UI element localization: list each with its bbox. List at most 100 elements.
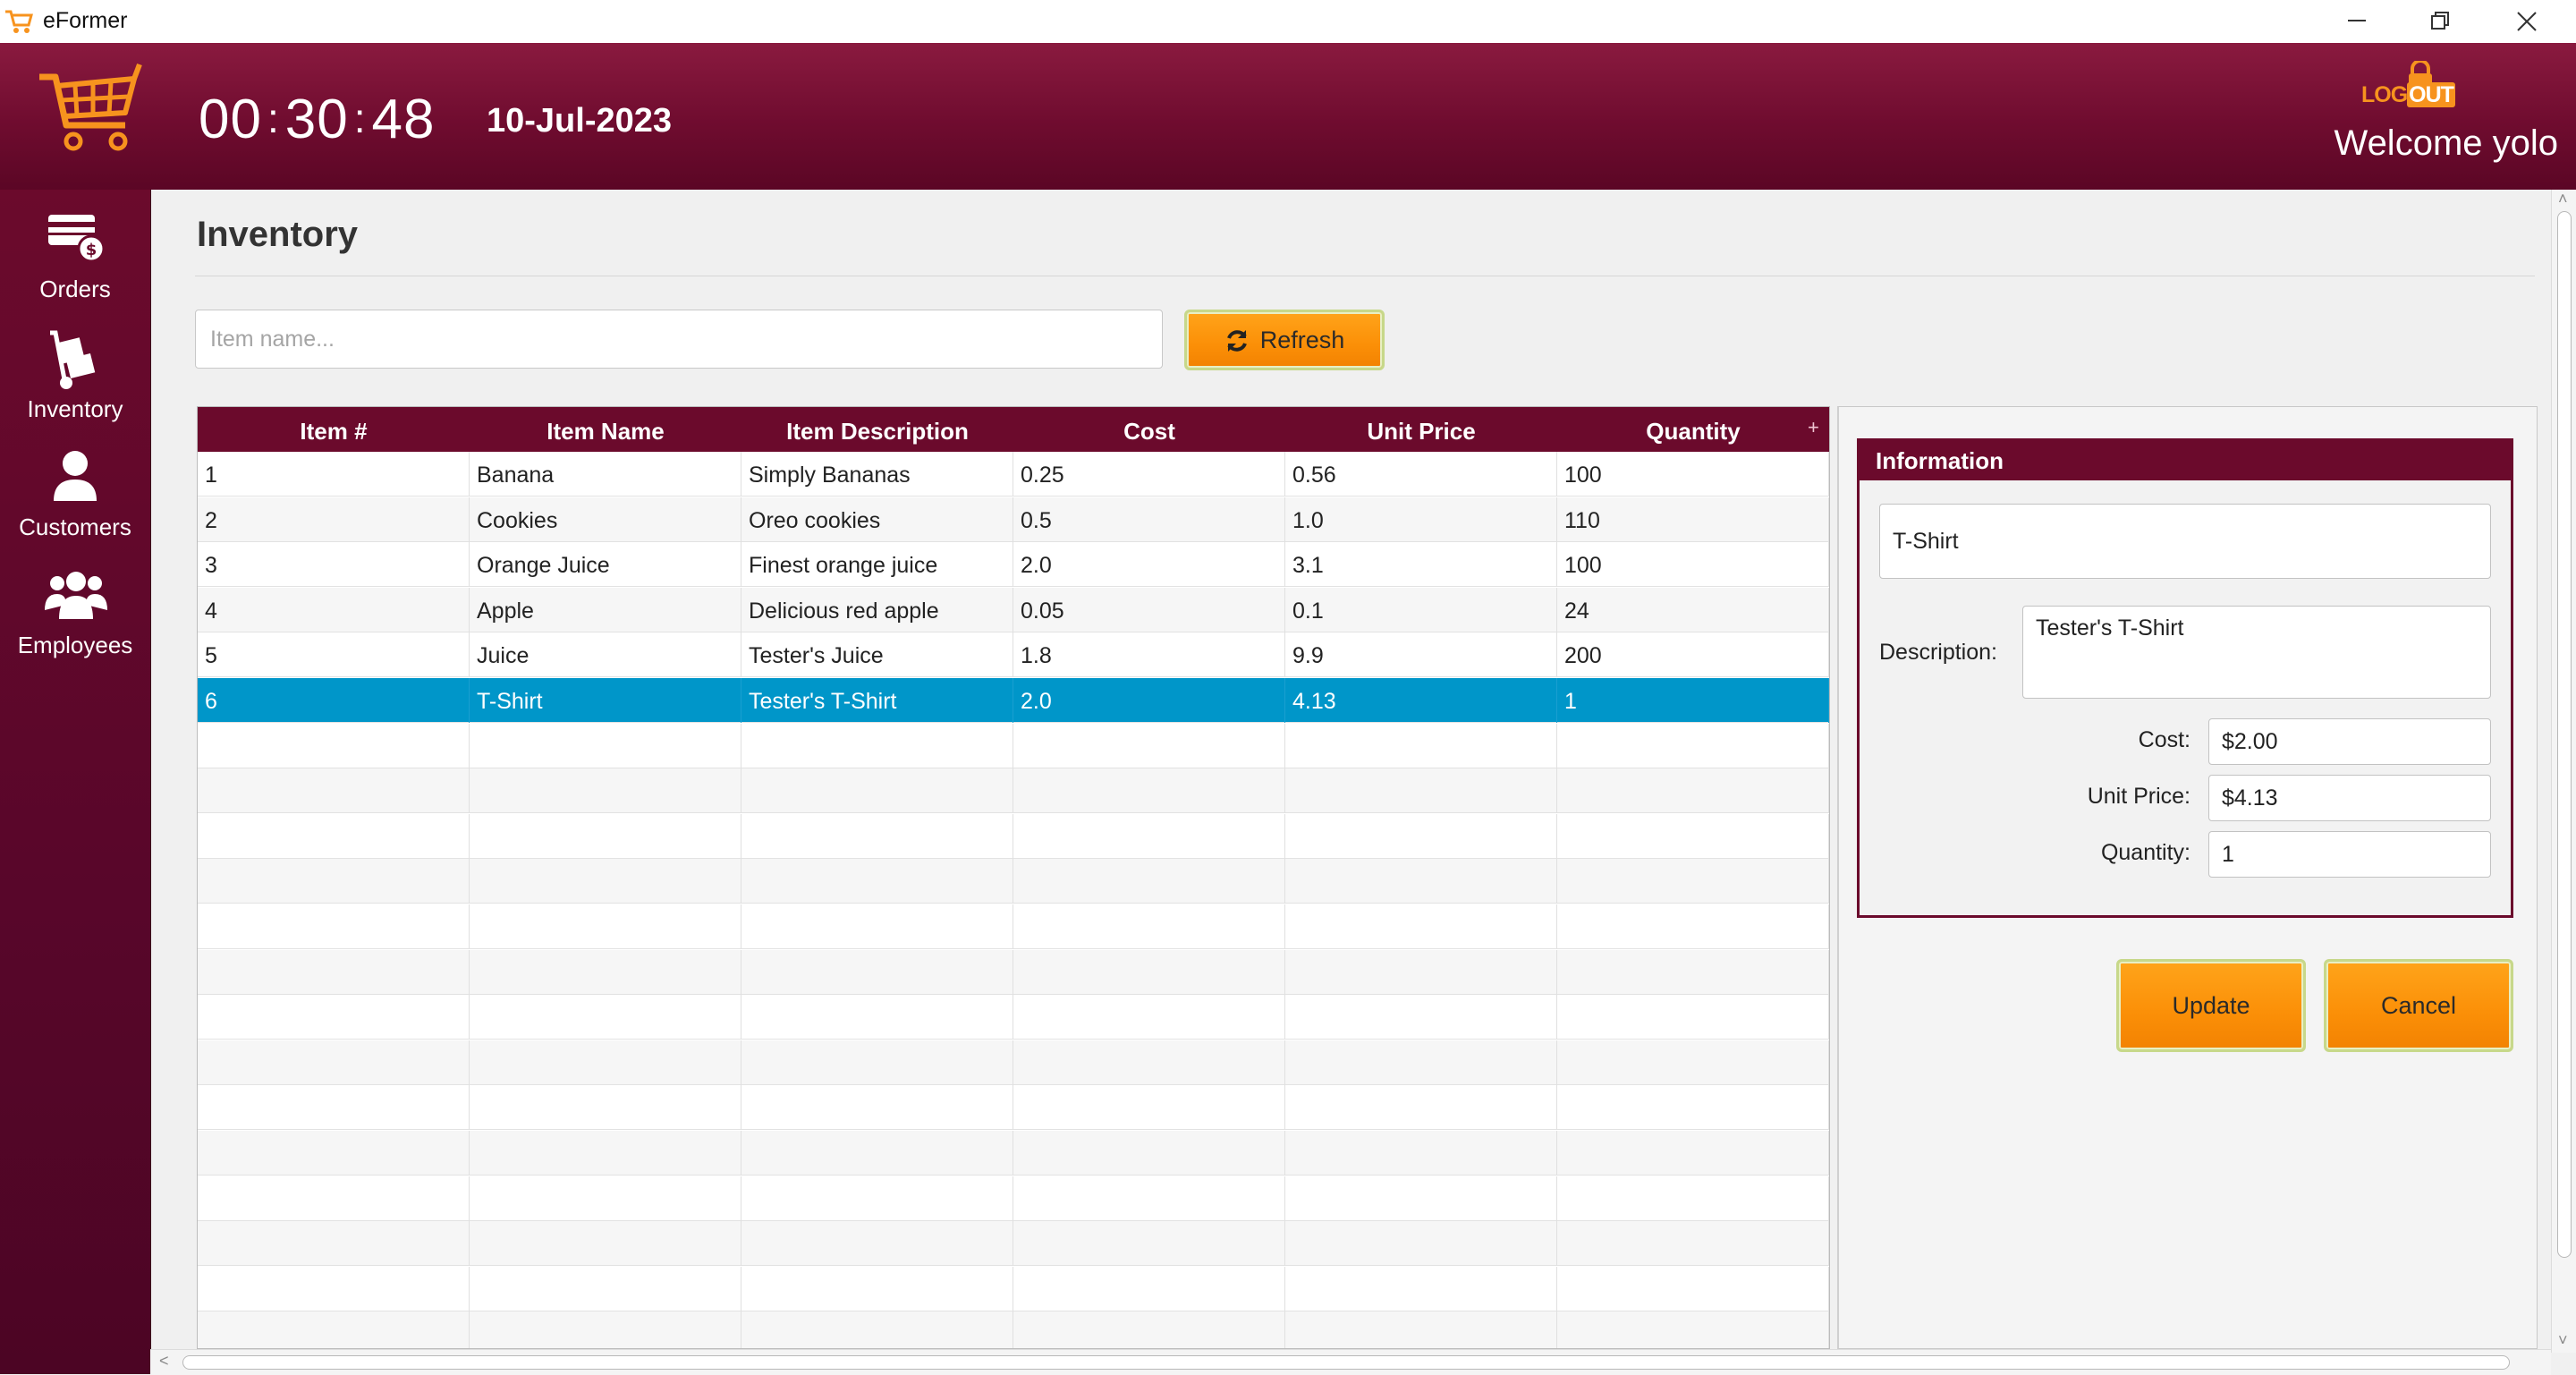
table-cell — [1557, 995, 1829, 1040]
table-cell — [198, 1176, 470, 1221]
current-date: 10-Jul-2023 — [487, 102, 673, 140]
table-cell: Juice — [470, 632, 741, 678]
horizontal-scroll-thumb[interactable] — [182, 1355, 2510, 1370]
table-cell: 1.0 — [1285, 497, 1557, 542]
table-cell — [470, 1040, 741, 1085]
column-header[interactable]: Item Name — [470, 407, 741, 452]
table-cell: 0.5 — [1013, 497, 1285, 542]
table-cell — [198, 1040, 470, 1085]
table-cell — [1285, 995, 1557, 1040]
table-cell — [1285, 949, 1557, 995]
close-button[interactable] — [2487, 0, 2567, 43]
table-cell — [470, 995, 741, 1040]
table-cell — [1285, 1311, 1557, 1348]
item-name-search-input[interactable] — [195, 310, 1163, 369]
table-cell — [1013, 995, 1285, 1040]
empty-table-row — [198, 768, 1829, 814]
item-name-field[interactable] — [1879, 504, 2491, 579]
table-cell: 100 — [1557, 452, 1829, 497]
table-cell: Tester's Juice — [741, 632, 1013, 678]
column-header[interactable]: Cost — [1013, 407, 1285, 452]
table-cell: 0.05 — [1013, 587, 1285, 632]
table-cell — [198, 995, 470, 1040]
table-cell — [1285, 1221, 1557, 1267]
table-row[interactable]: 4 Apple Delicious red apple 0.05 0.1 24 — [198, 587, 1829, 632]
table-cell — [198, 1085, 470, 1131]
refresh-button[interactable]: Refresh — [1184, 310, 1385, 370]
cost-field[interactable] — [2208, 718, 2491, 765]
empty-table-row — [198, 1221, 1829, 1267]
table-cell — [198, 813, 470, 859]
shopping-cart-logo-icon — [39, 63, 142, 151]
table-cell — [1013, 813, 1285, 859]
table-cell — [470, 813, 741, 859]
table-cell — [198, 859, 470, 904]
table-cell — [470, 1085, 741, 1131]
scroll-left-icon[interactable]: ˂ — [159, 1352, 169, 1371]
empty-table-row — [198, 995, 1829, 1040]
minimize-button[interactable] — [2317, 0, 2397, 43]
table-cell: 3.1 — [1285, 542, 1557, 588]
update-button[interactable]: Update — [2116, 959, 2306, 1052]
table-cell: 1 — [198, 452, 470, 497]
table-cell — [741, 1221, 1013, 1267]
sidebar-item-inventory[interactable]: Inventory — [0, 320, 150, 437]
table-cell — [741, 859, 1013, 904]
table-cell: Cookies — [470, 497, 741, 542]
table-cell — [1557, 859, 1829, 904]
table-cell — [470, 1221, 741, 1267]
table-cell — [1557, 813, 1829, 859]
table-cell — [198, 904, 470, 949]
empty-table-row — [198, 949, 1829, 995]
quantity-field[interactable] — [2208, 831, 2491, 878]
clock-hours: 00 — [199, 89, 262, 150]
scroll-down-icon[interactable]: ˅ — [2558, 1331, 2568, 1350]
table-cell — [1285, 1040, 1557, 1085]
window-title: eFormer — [43, 8, 128, 33]
table-cell — [470, 949, 741, 995]
refresh-label: Refresh — [1259, 327, 1345, 353]
table-row[interactable]: 6 T-Shirt Tester's T-Shirt 2.0 4.13 1 — [198, 678, 1829, 723]
table-cell: 0.25 — [1013, 452, 1285, 497]
vertical-scroll-thumb[interactable] — [2557, 211, 2572, 1258]
scroll-up-icon[interactable]: ˄ — [2558, 190, 2568, 208]
inventory-table: Item # Item Name Item Description Cost Unit … — [197, 406, 1830, 1349]
restore-button[interactable] — [2401, 0, 2481, 43]
table-cell: Oreo cookies — [741, 497, 1013, 542]
table-cell: Tester's T-Shirt — [741, 678, 1013, 723]
table-row[interactable]: 2 Cookies Oreo cookies 0.5 1.0 110 — [198, 497, 1829, 542]
description-field[interactable]: Tester's T-Shirt — [2022, 606, 2491, 699]
empty-table-row — [198, 1085, 1829, 1131]
sidebar-item-orders[interactable]: $ Orders — [0, 200, 150, 317]
table-row[interactable]: 1 Banana Simply Bananas 0.25 0.56 100 — [198, 452, 1829, 497]
unit-price-field[interactable] — [2208, 775, 2491, 821]
column-menu-icon[interactable]: + — [1808, 416, 1819, 439]
table-cell — [1557, 768, 1829, 814]
table-cell — [1557, 1221, 1829, 1267]
table-cell — [1013, 1311, 1285, 1348]
cancel-button[interactable]: Cancel — [2324, 959, 2513, 1052]
table-cell — [470, 904, 741, 949]
table-cell: Finest orange juice — [741, 542, 1013, 588]
table-cell: 4.13 — [1285, 678, 1557, 723]
vertical-scrollbar[interactable]: ˄ ˅ — [2551, 190, 2576, 1353]
table-cell: 1.8 — [1013, 632, 1285, 678]
horizontal-scrollbar[interactable]: ˂ — [150, 1349, 2551, 1375]
table-header: Item # Item Name Item Description Cost Unit … — [198, 407, 1829, 452]
column-header[interactable]: Item # — [198, 407, 470, 452]
table-cell — [1285, 813, 1557, 859]
table-cell — [1557, 1040, 1829, 1085]
column-header[interactable]: Unit Price — [1285, 407, 1557, 452]
column-header[interactable]: Quantity — [1557, 407, 1829, 452]
sidebar-item-customers[interactable]: Customers — [0, 438, 150, 555]
table-row[interactable]: 3 Orange Juice Finest orange juice 2.0 3.1 10… — [198, 542, 1829, 588]
column-header[interactable]: Item Description — [741, 407, 1013, 452]
table-row[interactable]: 5 Juice Tester's Juice 1.8 9.9 200 — [198, 632, 1829, 678]
sidebar-item-employees[interactable]: Employees — [0, 556, 150, 673]
table-cell — [470, 1176, 741, 1221]
table-cell: Delicious red apple — [741, 587, 1013, 632]
table-cell: 0.1 — [1285, 587, 1557, 632]
table-cell — [470, 768, 741, 814]
empty-table-row — [198, 1176, 1829, 1221]
logout-button[interactable]: LOGOUT — [2358, 61, 2455, 111]
